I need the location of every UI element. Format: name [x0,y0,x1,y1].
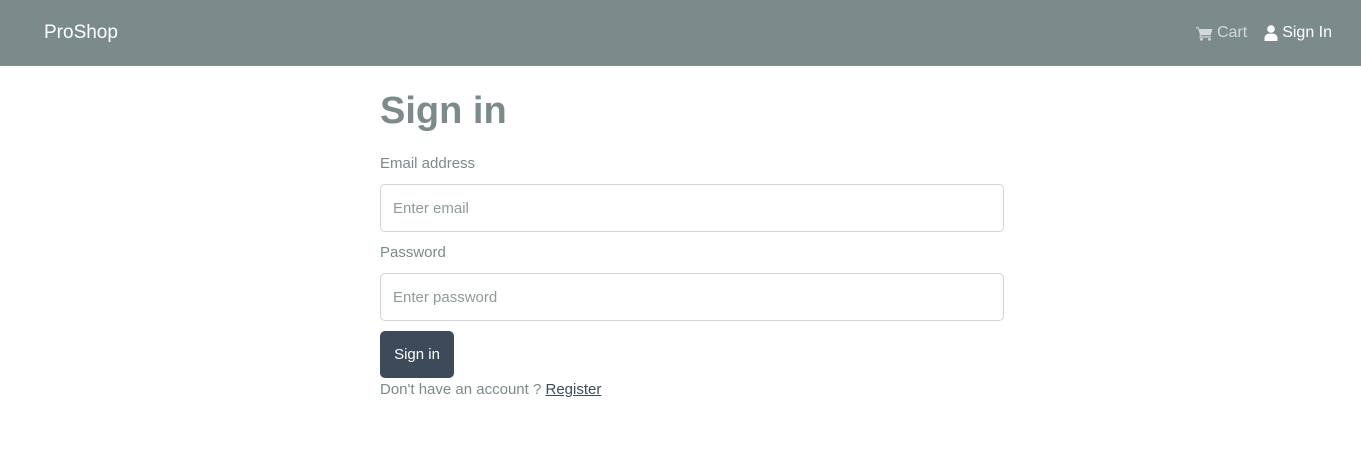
register-link[interactable]: Register [545,381,601,398]
sign-in-link[interactable]: Sign In [1264,24,1332,42]
register-prompt-row: Don't have an account ? Register [380,380,601,400]
sign-in-label: Sign In [1282,24,1332,41]
email-field[interactable] [380,184,1004,232]
sign-in-button[interactable]: Sign in [380,331,454,378]
top-navbar: ProShop Cart Sign In [0,0,1361,66]
user-icon [1264,25,1278,41]
page-title: Sign in [380,90,507,132]
nav-links: Cart Sign In [1195,21,1332,45]
cart-label: Cart [1216,24,1248,41]
password-label: Password [380,244,446,261]
register-prompt-text: Don't have an account ? [380,381,542,398]
cart-link[interactable]: Cart [1195,24,1248,42]
email-label: Email address [380,155,476,172]
brand-logo-link[interactable]: ProShop [44,21,118,45]
shopping-cart-icon [1195,26,1213,41]
password-field[interactable] [380,273,1004,321]
